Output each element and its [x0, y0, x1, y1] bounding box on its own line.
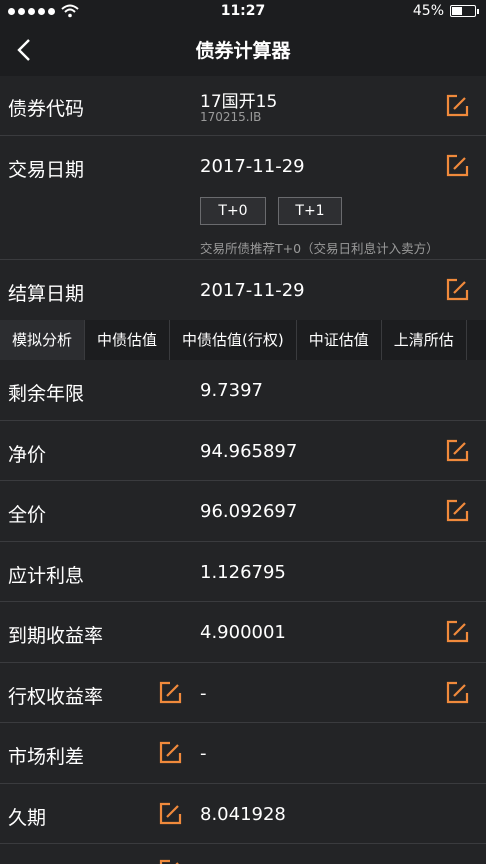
edit-icon[interactable]: [444, 680, 470, 706]
spread-label: 市场利差: [8, 746, 85, 768]
settle-date-row: 结算日期 2017-11-29: [0, 260, 486, 320]
clean-price-row: 净价 94.965897: [0, 421, 486, 481]
tab-simulation[interactable]: 模拟分析: [0, 320, 86, 360]
bond-code-label: 债券代码: [8, 98, 85, 120]
page-title: 债券计算器: [195, 40, 291, 62]
ytc-label: 行权收益率: [8, 686, 104, 708]
dirty-price-label: 全价: [8, 504, 47, 526]
trade-date-label: 交易日期: [8, 159, 85, 181]
bond-name: 17国开15: [200, 92, 278, 112]
bond-code: 170215.IB: [200, 110, 262, 124]
dirty-price-value[interactable]: 96.092697: [200, 501, 297, 522]
tab-chinabond[interactable]: 中债估值: [85, 320, 171, 360]
nav-bar: 债券计算器: [0, 24, 486, 76]
edit-icon[interactable]: [444, 438, 470, 464]
accrued-interest-value: 1.126795: [200, 562, 286, 583]
ytm-row: 到期收益率 4.900001: [0, 602, 486, 663]
ytm-label: 到期收益率: [8, 625, 104, 647]
duration-value: 8.041928: [200, 804, 286, 825]
duration-row: 久期 8.041928: [0, 784, 486, 844]
ytc-value[interactable]: -: [200, 683, 207, 704]
battery-icon: [450, 5, 479, 17]
spread-row: 市场利差 -: [0, 723, 486, 784]
ytc-row: 行权收益率 -: [0, 663, 486, 723]
edit-label-icon[interactable]: [157, 680, 183, 706]
settle-date-label: 结算日期: [8, 283, 85, 305]
edit-icon[interactable]: [444, 153, 470, 179]
edit-icon[interactable]: [444, 93, 470, 119]
ytm-value[interactable]: 4.900001: [200, 622, 286, 643]
remaining-years-value: 9.7397: [200, 380, 263, 401]
tab-shclearing[interactable]: 上清所估: [382, 320, 467, 360]
accrued-interest-label: 应计利息: [8, 565, 85, 587]
trade-date-note: 交易所债推荐T+0（交易日利息计入卖方）: [200, 241, 439, 256]
duration-label: 久期: [8, 807, 47, 829]
edit-label-icon[interactable]: [157, 740, 183, 766]
battery-fill: [452, 7, 462, 15]
battery-area: 45%: [412, 3, 479, 19]
dirty-price-row: 全价 96.092697: [0, 481, 486, 542]
t0-button[interactable]: T+0: [200, 197, 266, 225]
valuation-tabs: 模拟分析 中债估值 中债估值(行权) 中证估值 上清所估: [0, 320, 486, 360]
settle-date-value[interactable]: 2017-11-29: [200, 280, 305, 301]
t1-button[interactable]: T+1: [278, 197, 342, 225]
bond-code-row: 债券代码 17国开15 170215.IB: [0, 76, 486, 136]
edit-icon[interactable]: [444, 277, 470, 303]
edit-icon[interactable]: [444, 498, 470, 524]
edit-label-icon[interactable]: [157, 858, 183, 864]
remaining-years-label: 剩余年限: [8, 383, 85, 405]
tab-csi[interactable]: 中证估值: [297, 320, 382, 360]
edit-label-icon[interactable]: [157, 801, 183, 827]
accrued-interest-row: 应计利息 1.126795: [0, 542, 486, 602]
status-bar: 11:27 45%: [0, 0, 486, 24]
edit-icon[interactable]: [444, 619, 470, 645]
battery-percent: 45%: [412, 3, 444, 19]
next-row-partial: [0, 844, 486, 864]
clean-price-value[interactable]: 94.965897: [200, 441, 297, 462]
trade-date-value[interactable]: 2017-11-29: [200, 156, 305, 177]
remaining-years-row: 剩余年限 9.7397: [0, 360, 486, 421]
trade-date-row: 交易日期 2017-11-29 T+0 T+1 交易所债推荐T+0（交易日利息计…: [0, 136, 486, 260]
spread-value: -: [200, 743, 207, 764]
clean-price-label: 净价: [8, 444, 47, 466]
tab-chinabond-exercise[interactable]: 中债估值(行权): [170, 320, 297, 360]
